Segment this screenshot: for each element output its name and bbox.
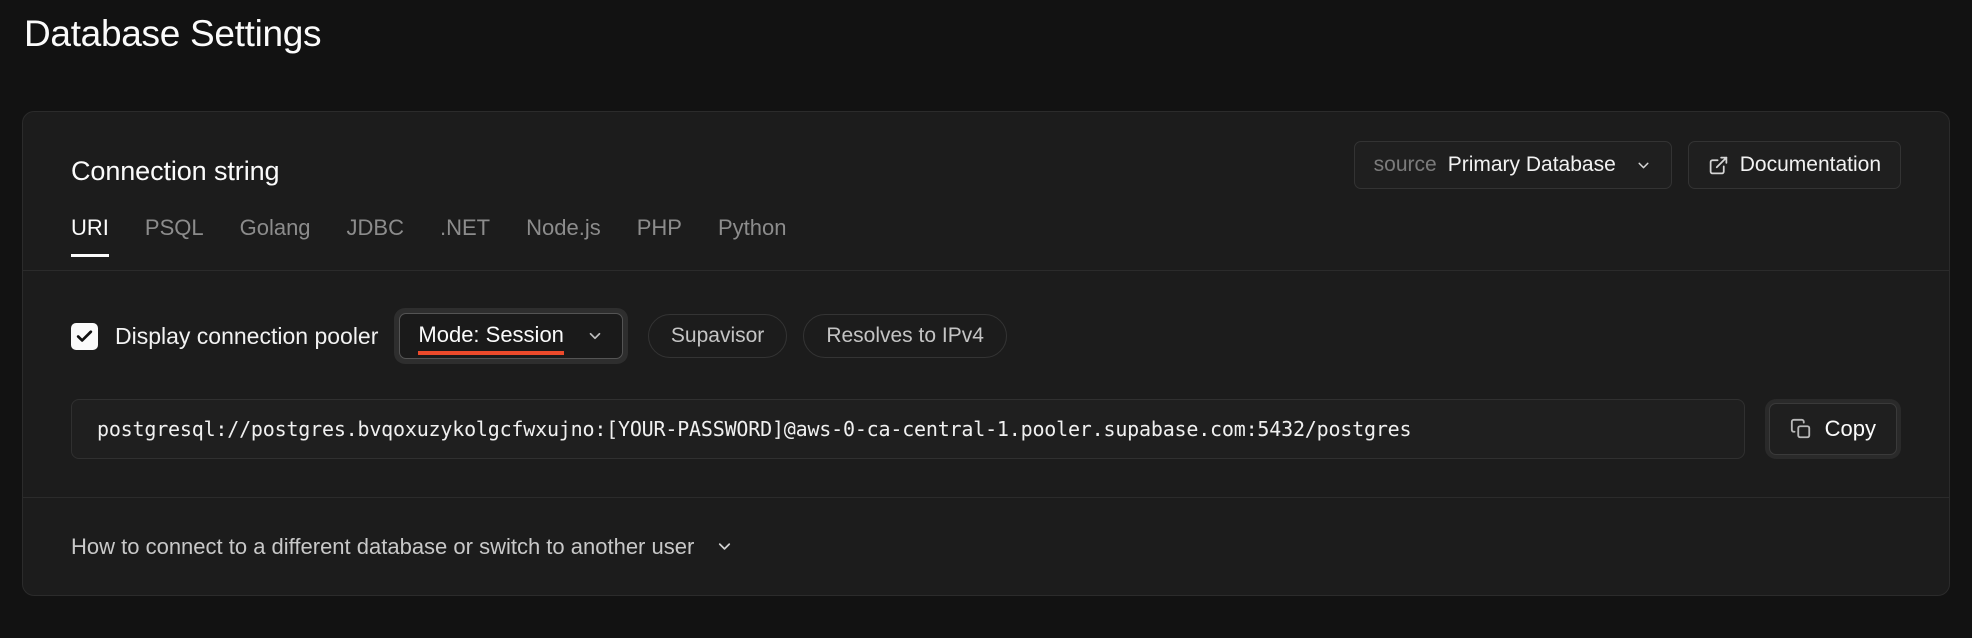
tab-golang[interactable]: Golang bbox=[222, 215, 329, 257]
connection-pooler-row: Display connection pooler Mode: Session … bbox=[71, 311, 1901, 361]
tab-php[interactable]: PHP bbox=[619, 215, 700, 257]
connection-string-value: postgresql://postgres.bvqoxuzykolgcfwxuj… bbox=[97, 417, 1411, 441]
source-selector[interactable]: source Primary Database bbox=[1354, 141, 1672, 189]
badge-resolves-to-ipv4: Resolves to IPv4 bbox=[803, 314, 1007, 358]
card-title: Connection string bbox=[71, 156, 279, 187]
tab-dotnet[interactable]: .NET bbox=[422, 215, 508, 257]
page-title: Database Settings bbox=[24, 10, 321, 58]
header-actions: source Primary Database Documenta bbox=[1354, 141, 1901, 189]
copy-button-ring: Copy bbox=[1765, 399, 1901, 459]
source-selector-prefix-label: source bbox=[1374, 153, 1437, 177]
documentation-button[interactable]: Documentation bbox=[1688, 141, 1901, 189]
copy-button-label: Copy bbox=[1825, 416, 1876, 442]
connection-string-input[interactable]: postgresql://postgres.bvqoxuzykolgcfwxuj… bbox=[71, 399, 1745, 459]
how-to-connect-accordion-label: How to connect to a different database o… bbox=[71, 534, 694, 560]
connection-string-card: Connection string source Primary Databas… bbox=[22, 111, 1950, 596]
external-link-icon bbox=[1708, 155, 1729, 176]
card-header: Connection string source Primary Databas… bbox=[23, 112, 1949, 215]
tab-nodejs[interactable]: Node.js bbox=[508, 215, 619, 257]
mode-selector-focus-ring: Mode: Session bbox=[394, 308, 628, 364]
connection-string-row: postgresql://postgres.bvqoxuzykolgcfwxuj… bbox=[71, 399, 1901, 459]
mode-selector[interactable]: Mode: Session bbox=[399, 313, 623, 359]
copy-button[interactable]: Copy bbox=[1769, 403, 1897, 455]
tab-jdbc[interactable]: JDBC bbox=[329, 215, 422, 257]
tab-uri[interactable]: URI bbox=[71, 215, 127, 257]
mode-selector-label: Mode: Session bbox=[418, 322, 564, 351]
chevron-down-icon bbox=[715, 537, 734, 556]
documentation-button-label: Documentation bbox=[1740, 153, 1881, 177]
card-footer: How to connect to a different database o… bbox=[23, 497, 1949, 595]
database-settings-page: Database Settings Connection string sour… bbox=[0, 0, 1972, 638]
tab-python[interactable]: Python bbox=[700, 215, 805, 257]
check-icon bbox=[75, 327, 94, 346]
chevron-down-icon bbox=[1635, 157, 1652, 174]
display-connection-pooler-label[interactable]: Display connection pooler bbox=[115, 323, 378, 350]
chevron-down-icon bbox=[564, 327, 604, 345]
badge-supavisor: Supavisor bbox=[648, 314, 787, 358]
how-to-connect-accordion[interactable]: How to connect to a different database o… bbox=[71, 534, 734, 560]
connection-type-tabs: URI PSQL Golang JDBC .NET Node.js PHP Py… bbox=[23, 215, 1949, 271]
card-body: Display connection pooler Mode: Session … bbox=[23, 271, 1949, 459]
source-selector-value: Primary Database bbox=[1448, 153, 1616, 177]
display-connection-pooler-checkbox[interactable] bbox=[71, 323, 98, 350]
tab-psql[interactable]: PSQL bbox=[127, 215, 222, 257]
copy-icon bbox=[1790, 418, 1812, 440]
